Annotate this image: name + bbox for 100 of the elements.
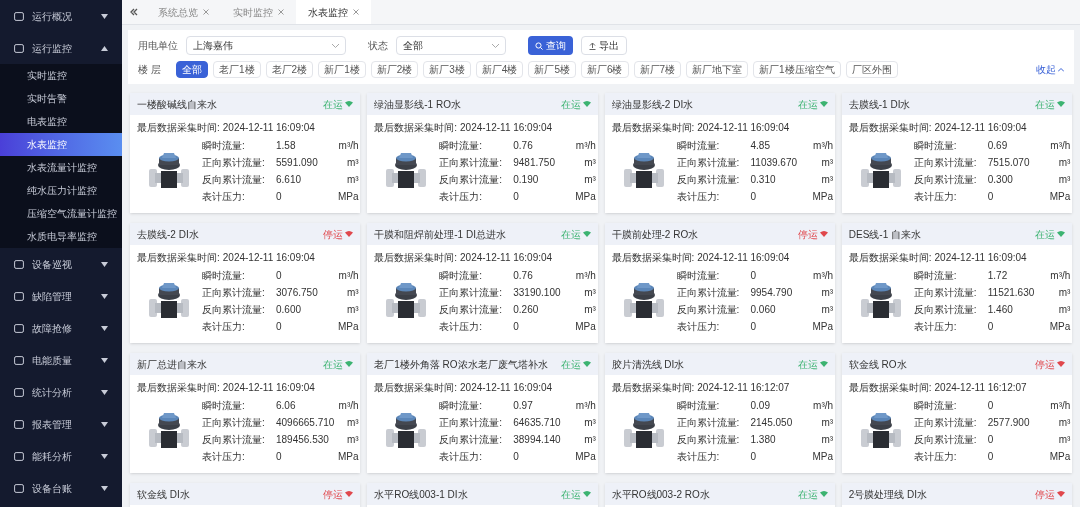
sidebar-item[interactable]: 运行概况 — [0, 0, 122, 32]
chevron-icon — [492, 43, 499, 48]
reading-value: 4.85 — [750, 139, 771, 153]
menu-icon — [14, 259, 24, 269]
sidebar-item[interactable]: 缺陷管理 — [0, 280, 122, 312]
export-button[interactable]: 导出 — [581, 36, 627, 55]
floor-chip[interactable]: 新厂1楼压缩空气 — [753, 61, 841, 78]
floor-chip[interactable]: 老厂2楼 — [265, 61, 314, 78]
wifi-icon — [582, 491, 591, 497]
sidebar-item[interactable]: 设备巡视 — [0, 248, 122, 280]
card-title: 一楼酸碱线自来水 — [137, 97, 217, 112]
time-label: 最后数据采集时间: — [611, 381, 695, 395]
submenu-item[interactable]: 水表监控 — [0, 133, 122, 156]
reading-label: 正向累计流量: — [676, 416, 741, 430]
close-icon[interactable] — [203, 9, 209, 15]
status-label: 在运 — [560, 226, 591, 242]
water-meter-drawing — [621, 151, 666, 191]
submenu-item[interactable]: 纯水压力计监控 — [0, 179, 122, 202]
reading-value: 4096665.710 — [276, 416, 336, 430]
reading-label: 正向累计流量: — [202, 156, 266, 170]
submenu-item[interactable]: 水表流量计监控 — [0, 156, 122, 179]
status-label: 在运 — [1035, 226, 1065, 242]
reading-unit: MPa — [812, 190, 834, 204]
reading-unit: m³ — [583, 173, 596, 187]
reading-value: 0.76 — [513, 269, 534, 283]
collapse-link[interactable]: 收起 — [1036, 62, 1064, 77]
floor-chip[interactable]: 全部 — [176, 61, 208, 78]
reading-unit: m³/h — [812, 139, 834, 153]
reading-unit: m³/h — [338, 269, 359, 283]
floor-chip[interactable]: 新厂4楼 — [475, 61, 524, 78]
reading-value: 2145.050 — [750, 416, 794, 430]
status-label: 在运 — [560, 96, 591, 112]
floor-chip[interactable]: 新厂3楼 — [423, 61, 471, 78]
wifi-icon — [582, 101, 591, 107]
sidebar-item[interactable]: 统计分析 — [0, 376, 122, 408]
floor-chip[interactable]: 新厂2楼 — [370, 61, 419, 78]
close-icon[interactable] — [278, 9, 284, 15]
query-button[interactable]: 查询 — [528, 36, 573, 55]
submenu-item[interactable]: 压缩空气流量计监控 — [0, 202, 122, 225]
time-label: 最后数据采集时间: — [374, 381, 458, 395]
floor-chip[interactable]: 新厂6楼 — [580, 61, 629, 78]
submenu-item[interactable]: 实时告警 — [0, 87, 122, 110]
floor-chip[interactable]: 新厂1楼 — [318, 61, 366, 78]
reading-value: 0 — [987, 450, 995, 464]
tab[interactable]: 水表监控 — [296, 0, 371, 24]
submenu-item[interactable]: 水质电导率监控 — [0, 225, 122, 248]
reading-label: 瞬时流量: — [913, 269, 958, 283]
status-label: 停运 — [797, 226, 828, 242]
floor-chip[interactable]: 老厂1楼 — [213, 61, 261, 78]
floor-chip[interactable]: 新厂地下室 — [686, 61, 749, 78]
submenu-item[interactable]: 电表监控 — [0, 110, 122, 133]
floor-chip[interactable]: 新厂7楼 — [633, 61, 682, 78]
sidebar-item[interactable]: 故障抢修 — [0, 312, 122, 344]
sidebar-item[interactable]: 运行监控 — [0, 32, 122, 64]
floor-chip[interactable]: 新厂5楼 — [528, 61, 576, 78]
reading-unit: MPa — [1049, 450, 1071, 464]
reading-label: 表计压力: — [439, 320, 484, 334]
reading-label: 瞬时流量: — [676, 269, 721, 283]
sidebar-item[interactable]: 设备台账 — [0, 472, 122, 504]
reading-unit: MPa — [575, 190, 596, 204]
time-label: 最后数据采集时间: — [137, 381, 220, 395]
reading-value: 0 — [750, 190, 758, 204]
card-title: 软金线 DI水 — [137, 487, 190, 502]
status-select[interactable]: 全部 — [396, 36, 506, 55]
reading-unit: m³ — [345, 156, 359, 170]
reading-value: 0.260 — [513, 303, 540, 317]
reading-value: 6.06 — [276, 399, 297, 413]
submenu-item[interactable]: 实时监控 — [0, 64, 122, 87]
reading-value: 1.380 — [750, 433, 777, 447]
reading-value: 3076.750 — [276, 286, 319, 300]
unit-select[interactable]: 上海嘉伟 — [186, 36, 346, 55]
reading-label: 表计压力: — [676, 450, 721, 464]
wifi-icon — [582, 361, 591, 367]
reading-unit: MPa — [338, 190, 359, 204]
search-icon — [535, 41, 543, 50]
timestamp: 2024-12-11 16:09:04 — [697, 251, 790, 265]
close-icon[interactable] — [353, 9, 359, 15]
reading-unit: m³ — [820, 173, 834, 187]
reading-unit: m³ — [345, 303, 359, 317]
card-title: 新厂总进自来水 — [137, 357, 207, 372]
reading-label: 正向累计流量: — [439, 286, 504, 300]
reading-unit: m³/h — [575, 139, 596, 153]
tab[interactable]: 实时监控 — [221, 0, 296, 24]
floor-chip[interactable]: 厂区外围 — [845, 61, 898, 78]
status-label: 在运 — [560, 486, 591, 502]
wifi-icon — [819, 491, 828, 497]
sidebar-item[interactable]: 电能质量 — [0, 344, 122, 376]
sidebar-item[interactable]: 报表管理 — [0, 408, 122, 440]
sidebar-item[interactable]: 能耗分析 — [0, 440, 122, 472]
reading-label: 反向累计流量: — [676, 433, 741, 447]
field-label: 楼 层 — [138, 63, 162, 77]
reading-unit: m³/h — [1049, 269, 1071, 283]
status-label: 在运 — [323, 356, 354, 372]
reading-unit: m³ — [1057, 303, 1071, 317]
reading-value: 6.610 — [276, 173, 303, 187]
tab[interactable]: 系统总览 — [146, 0, 221, 24]
reading-label: 反向累计流量: — [913, 173, 978, 187]
reading-value: 0 — [987, 320, 995, 334]
reading-unit: MPa — [1049, 320, 1071, 334]
reading-value: 0.76 — [513, 139, 534, 153]
